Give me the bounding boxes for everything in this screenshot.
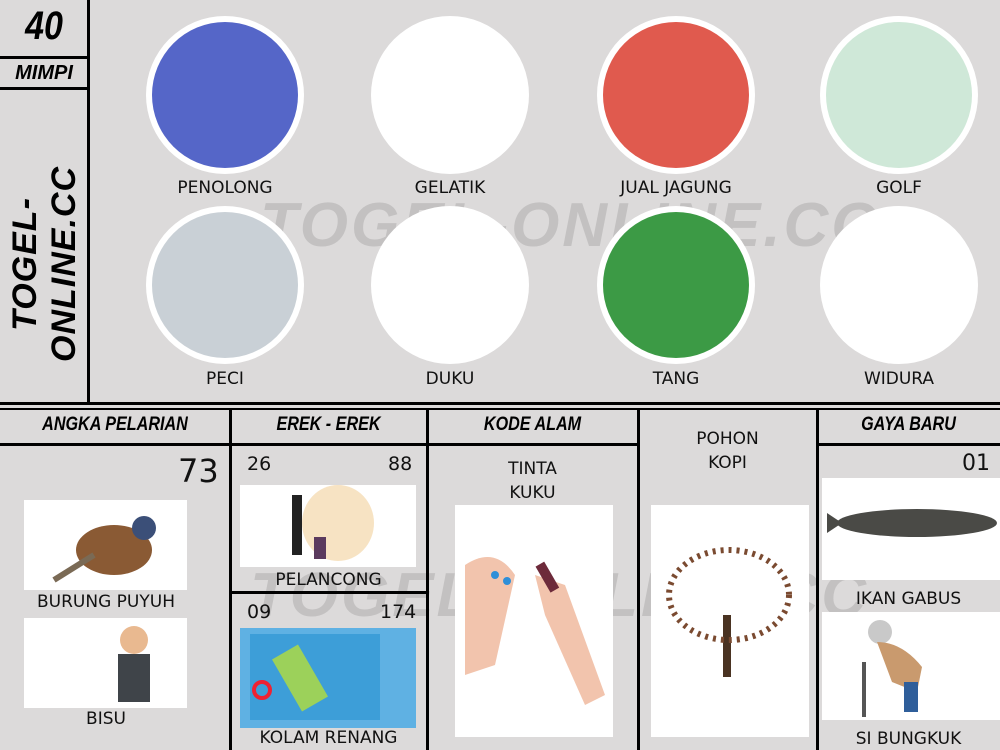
coffee-tree-image xyxy=(651,505,809,737)
dream-image-duku xyxy=(371,206,529,364)
angka-pelarian-header: ANGKA PELARIAN xyxy=(42,414,188,435)
kode-alam-line1: TINTA xyxy=(508,459,557,479)
illustration xyxy=(152,212,298,358)
traveler-image xyxy=(240,485,416,567)
kode-alam-line2: KUKU xyxy=(509,483,556,503)
divider xyxy=(0,87,88,90)
kode-alam-header: KODE ALAM xyxy=(483,414,582,435)
dream-label: GOLF xyxy=(876,178,922,198)
pohon-line2: KOPI xyxy=(708,453,747,473)
illustration xyxy=(826,212,972,358)
divider xyxy=(0,408,1000,410)
dream-image-gelatik xyxy=(371,16,529,174)
divider xyxy=(0,443,638,446)
quail-image xyxy=(24,500,187,590)
erek-number-left: 26 xyxy=(247,453,272,475)
dream-label: JUAL JAGUNG xyxy=(620,178,732,198)
dream-label: TANG xyxy=(652,369,700,389)
erek-erek-header: EREK - EREK xyxy=(276,414,381,435)
dream-image-penolong xyxy=(146,16,304,174)
gaya-baru-header: GAYA BARU xyxy=(861,414,956,435)
item-label: KOLAM RENANG xyxy=(259,728,398,748)
item-label: PELANCONG xyxy=(275,570,382,590)
item-label: SI BUNGKUK xyxy=(855,729,962,749)
dream-label: DUKU xyxy=(425,369,475,389)
mute-man-image xyxy=(24,618,187,708)
illustration xyxy=(603,22,749,168)
divider xyxy=(87,0,90,402)
item-label: BURUNG PUYUH xyxy=(37,592,175,612)
item-label: IKAN GABUS xyxy=(855,589,962,609)
dream-label: PENOLONG xyxy=(177,178,273,198)
illustration xyxy=(377,22,523,168)
angka-pelarian-number: 73 xyxy=(178,452,219,490)
dream-number: 40 xyxy=(25,4,63,48)
dream-label: PECI xyxy=(206,369,244,389)
erek-number-left: 09 xyxy=(247,601,272,623)
dream-image-golf xyxy=(820,16,978,174)
dream-image-peci xyxy=(146,206,304,364)
gaya-baru-number: 01 xyxy=(962,451,990,476)
divider xyxy=(0,56,88,59)
hunchback-image xyxy=(822,612,1000,720)
mimpi-label: MIMPI xyxy=(15,62,73,84)
divider xyxy=(817,443,1000,446)
item-label: BISU xyxy=(86,709,126,729)
erek-number-right: 174 xyxy=(380,601,417,623)
illustration xyxy=(377,212,523,358)
nail-polish-image xyxy=(455,505,613,737)
watermark: TOGEL-ONLINE.CC xyxy=(260,191,880,260)
illustration xyxy=(603,212,749,358)
site-logo-text: TOGEL-ONLINE.CC xyxy=(6,166,83,362)
pohon-line1: POHON xyxy=(696,429,759,449)
divider xyxy=(230,591,427,594)
dream-image-widura xyxy=(820,206,978,364)
divider xyxy=(0,402,1000,405)
pool-image xyxy=(240,628,416,728)
dream-image-tang xyxy=(597,206,755,364)
illustration xyxy=(826,22,972,168)
dream-label: WIDURA xyxy=(863,369,935,389)
dream-label: GELATIK xyxy=(414,178,486,198)
erek-number-right: 88 xyxy=(388,453,413,475)
dream-image-jual-jagung xyxy=(597,16,755,174)
illustration xyxy=(152,22,298,168)
snakehead-fish-image xyxy=(822,478,1000,580)
